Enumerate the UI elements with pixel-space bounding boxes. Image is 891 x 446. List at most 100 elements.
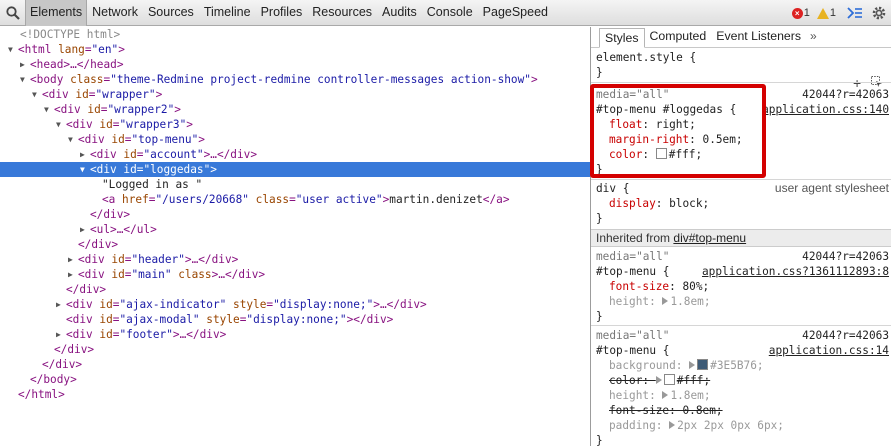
dom-row-top-menu[interactable]: ▼ <div id="top-menu">: [0, 132, 590, 147]
css-property-inactive[interactable]: height: [609, 295, 649, 308]
tab-computed[interactable]: Computed: [645, 27, 712, 47]
expanded-triangle-icon[interactable]: ▼: [68, 132, 78, 147]
dom-row-head[interactable]: ▶ <head>…</head>: [0, 57, 590, 72]
more-tabs-chevron-icon[interactable]: »: [806, 27, 821, 47]
inherited-element-link[interactable]: div#top-menu: [673, 231, 746, 245]
expanded-triangle-icon[interactable]: ▼: [32, 87, 42, 102]
rule-source-link[interactable]: 42044?r=42063: [802, 87, 889, 102]
rule-selector[interactable]: element.style {: [596, 51, 696, 64]
settings-gear-icon[interactable]: [870, 4, 888, 22]
console-drawer-icon[interactable]: [846, 4, 864, 22]
collapsed-triangle-icon[interactable]: ▶: [56, 327, 66, 342]
dom-row-close-html[interactable]: </html>: [0, 387, 590, 402]
css-property-inactive[interactable]: height: [609, 389, 649, 402]
text-node: "Logged in as ": [102, 178, 203, 191]
dom-row-body[interactable]: ▼ <body class="theme-Redmine project-redm…: [0, 72, 590, 87]
expand-arrow-icon[interactable]: [655, 376, 662, 384]
css-value[interactable]: #3E5B76;: [710, 359, 763, 372]
rule-source-link[interactable]: application.css?1361112893:8: [702, 264, 889, 279]
expanded-triangle-icon[interactable]: ▼: [20, 72, 30, 87]
collapsed-triangle-icon[interactable]: ▶: [80, 222, 90, 237]
dom-row-close-wrapper2[interactable]: </div>: [0, 342, 590, 357]
css-value[interactable]: #fff;: [677, 374, 710, 387]
inherited-from-header: Inherited from div#top-menu: [591, 229, 891, 247]
tab-audits[interactable]: Audits: [377, 0, 422, 26]
error-count[interactable]: 1: [804, 7, 810, 19]
dom-row-ul[interactable]: ▶ <ul>…</ul>: [0, 222, 590, 237]
attr-name: style: [233, 298, 267, 311]
dom-row-html[interactable]: ▼ <html lang="en">: [0, 42, 590, 57]
css-value[interactable]: 1.8em;: [670, 389, 710, 402]
tag-close: </div>: [42, 358, 83, 371]
dom-row-close-wrapper3[interactable]: </div>: [0, 282, 590, 297]
collapsed-triangle-icon[interactable]: ▶: [20, 57, 30, 72]
rule-source-link[interactable]: application.css:14: [769, 343, 889, 358]
collapsed-triangle-icon[interactable]: ▶: [68, 267, 78, 282]
tab-network[interactable]: Network: [87, 0, 143, 26]
attr-value: "wrapper": [95, 88, 156, 101]
rule-source-link[interactable]: 42044?r=42063: [802, 328, 889, 343]
css-value[interactable]: 80%;: [682, 280, 709, 293]
sidebar-tabs: Styles Computed Event Listeners »: [591, 27, 891, 48]
dom-row-footer[interactable]: ▶ <div id="footer">…</div>: [0, 327, 590, 342]
rule-selector[interactable]: #top-menu {: [596, 344, 669, 357]
css-value[interactable]: 1.8em;: [670, 295, 710, 308]
expand-arrow-icon[interactable]: [662, 297, 669, 305]
collapsed-triangle-icon[interactable]: ▶: [56, 297, 66, 312]
css-value[interactable]: 2px 2px 0px 6px;: [677, 419, 784, 432]
tab-resources[interactable]: Resources: [307, 0, 377, 26]
dom-row-close-wrapper[interactable]: </div>: [0, 357, 590, 372]
tab-profiles[interactable]: Profiles: [256, 0, 308, 26]
dom-row-text[interactable]: "Logged in as ": [0, 177, 590, 192]
dom-row-wrapper[interactable]: ▼ <div id="wrapper">: [0, 87, 590, 102]
rule-source-link[interactable]: application.css:140: [762, 102, 889, 117]
color-swatch[interactable]: [697, 359, 709, 370]
dom-row-close-top-menu[interactable]: </div>: [0, 237, 590, 252]
dom-row-main[interactable]: ▶ <div id="main" class>…</div>: [0, 267, 590, 282]
rule-selector[interactable]: #top-menu {: [596, 265, 669, 278]
tab-sources[interactable]: Sources: [143, 0, 199, 26]
color-swatch[interactable]: [663, 374, 675, 385]
expanded-triangle-icon[interactable]: ▼: [80, 162, 90, 177]
tab-elements[interactable]: Elements: [25, 0, 88, 26]
expand-arrow-icon[interactable]: [689, 361, 696, 369]
dom-row-header[interactable]: ▶ <div id="header">…</div>: [0, 252, 590, 267]
dom-row-anchor[interactable]: <a href="/users/20668" class="user activ…: [0, 192, 590, 207]
collapsed-triangle-icon[interactable]: ▶: [80, 147, 90, 162]
css-property-overridden[interactable]: color: [609, 374, 642, 387]
css-property-inactive[interactable]: padding: [609, 419, 656, 432]
expanded-triangle-icon[interactable]: ▼: [8, 42, 18, 57]
dom-row-ajax-indicator[interactable]: ▶ <div id="ajax-indicator" style="display…: [0, 297, 590, 312]
expanded-triangle-icon[interactable]: ▼: [56, 117, 66, 132]
dom-row-close-loggedas[interactable]: </div>: [0, 207, 590, 222]
dom-row-wrapper2[interactable]: ▼ <div id="wrapper2">: [0, 102, 590, 117]
css-property[interactable]: font-size: [609, 280, 669, 293]
rule-selector: div {: [596, 182, 630, 195]
search-icon[interactable]: [5, 5, 21, 21]
tab-timeline[interactable]: Timeline: [199, 0, 256, 26]
expanded-triangle-icon[interactable]: ▼: [44, 102, 54, 117]
expand-arrow-icon[interactable]: [669, 421, 676, 429]
dom-row-loggedas-selected[interactable]: ▼ <div id="loggedas">: [0, 162, 590, 177]
warning-count[interactable]: 1: [830, 7, 836, 19]
dom-row-account[interactable]: ▶ <div id="account">…</div>: [0, 147, 590, 162]
rule-source-link[interactable]: 42044?r=42063: [802, 249, 889, 264]
dom-row-ajax-modal[interactable]: <div id="ajax-modal" style="display:none…: [0, 312, 590, 327]
tab-console[interactable]: Console: [422, 0, 478, 26]
dom-row-doctype[interactable]: <!DOCTYPE html>: [0, 27, 590, 42]
collapsed-triangle-icon[interactable]: ▶: [68, 252, 78, 267]
inherited-label: Inherited from: [596, 231, 671, 245]
tab-event-listeners[interactable]: Event Listeners: [711, 27, 806, 47]
css-value[interactable]: 0.8em;: [682, 404, 722, 417]
tag-div: <div: [66, 298, 93, 311]
css-property-overridden[interactable]: font-size: [609, 404, 669, 417]
tab-styles[interactable]: Styles: [599, 28, 645, 48]
warning-icon[interactable]: [816, 7, 829, 19]
dom-row-close-body[interactable]: </body>: [0, 372, 590, 387]
attr-name: id: [111, 133, 125, 146]
tab-pagespeed[interactable]: PageSpeed: [478, 0, 553, 26]
css-property-inactive[interactable]: background: [609, 359, 676, 372]
dom-row-wrapper3[interactable]: ▼ <div id="wrapper3">: [0, 117, 590, 132]
expand-arrow-icon[interactable]: [662, 391, 669, 399]
error-icon[interactable]: ×: [791, 7, 803, 19]
